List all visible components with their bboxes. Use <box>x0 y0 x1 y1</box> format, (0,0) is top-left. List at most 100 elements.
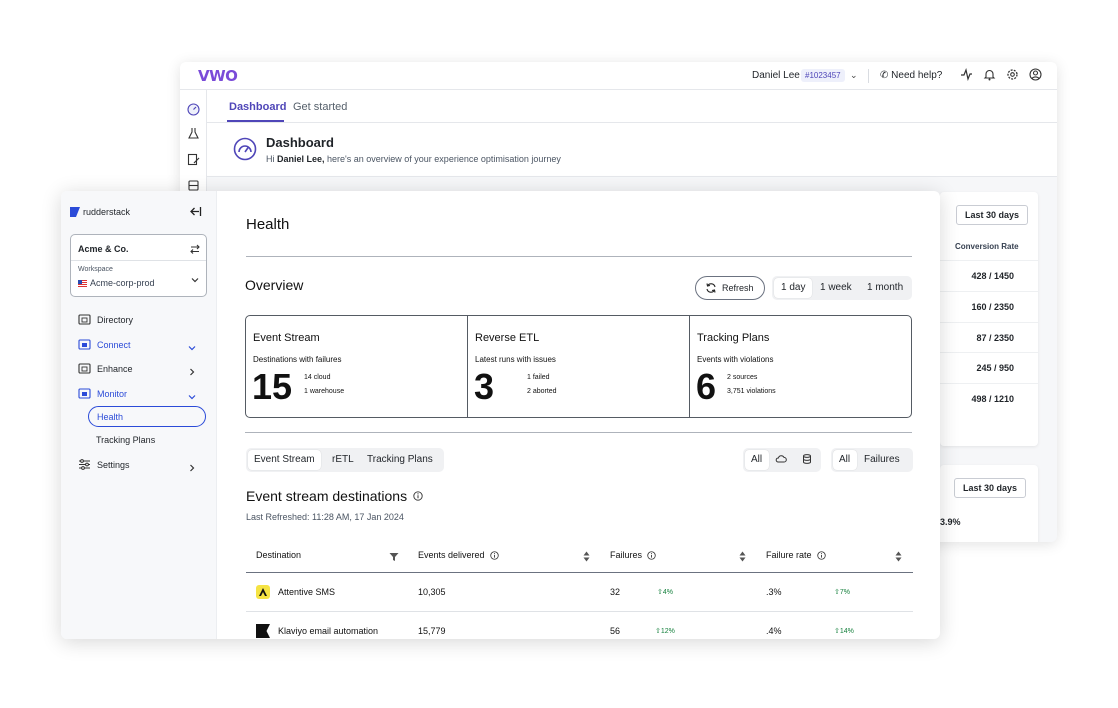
org-switcher[interactable]: Acme & Co. Workspace Acme-corp-prod <box>70 234 207 297</box>
tab-tracking-plans[interactable]: Tracking Plans <box>367 454 433 465</box>
divider <box>245 432 912 433</box>
failures-trend: ⇧12% <box>655 627 675 635</box>
edit-page-icon[interactable] <box>187 153 200 166</box>
sidebar-item-monitor[interactable]: Monitor <box>78 387 127 400</box>
tab-get-started[interactable]: Get started <box>293 101 347 113</box>
filter-failures[interactable]: Failures <box>864 454 900 465</box>
conversion-rate-header: Conversion Rate <box>955 242 1019 251</box>
vwo-account-id: #1023457 <box>801 69 845 82</box>
flask-icon[interactable] <box>187 127 200 140</box>
chevron-down-icon[interactable] <box>187 340 197 351</box>
failures-count: 32 <box>610 587 621 597</box>
stat-subtitle: Latest runs with issues <box>475 355 556 364</box>
stat-card-event-stream[interactable]: Event Stream Destinations with failures … <box>246 316 468 417</box>
stat-detail: 2 sources <box>727 374 758 381</box>
info-icon[interactable] <box>413 491 423 501</box>
switch-icon[interactable] <box>189 242 201 254</box>
info-icon[interactable] <box>647 550 656 560</box>
refresh-button[interactable]: Refresh <box>695 276 765 300</box>
last-30-days-button[interactable]: Last 30 days <box>954 478 1027 498</box>
collapse-sidebar-icon[interactable] <box>189 205 202 218</box>
destination-name[interactable]: Attentive SMS <box>278 587 335 597</box>
chevron-down-icon[interactable] <box>189 273 201 285</box>
column-header-events[interactable]: Events delivered <box>418 550 499 560</box>
sidebar-item-connect[interactable]: Connect <box>78 338 131 351</box>
sidebar-item-tracking-plans[interactable]: Tracking Plans <box>96 435 155 445</box>
rudderstack-logo[interactable]: rudderstack <box>70 207 130 217</box>
rudderstack-window: rudderstack Acme & Co. Workspace Acme-co… <box>61 191 940 639</box>
warehouse-icon[interactable] <box>801 453 813 468</box>
info-icon[interactable] <box>816 550 826 560</box>
connect-icon <box>78 338 91 351</box>
destination-name[interactable]: Klaviyo email automation <box>278 626 378 636</box>
column-header-failure-rate[interactable]: Failure rate <box>766 550 826 560</box>
conversion-value: 245 / 950 <box>976 363 1014 373</box>
divider <box>868 69 869 83</box>
stat-title: Reverse ETL <box>475 332 540 344</box>
stat-card-reverse-etl[interactable]: Reverse ETL Latest runs with issues 3 1 … <box>468 316 690 417</box>
divider <box>246 611 913 612</box>
range-1-month[interactable]: 1 month <box>867 282 903 293</box>
tab-event-stream[interactable]: Event Stream <box>254 454 315 465</box>
filter-all-types[interactable]: All <box>751 454 762 465</box>
conversion-value: 160 / 2350 <box>971 302 1014 312</box>
sidebar-item-health[interactable]: Health <box>88 406 206 427</box>
sort-icon[interactable] <box>583 549 590 562</box>
speedometer-icon <box>233 137 257 161</box>
dashboard-icon[interactable] <box>187 103 200 116</box>
need-help-link[interactable]: ✆ Need help? <box>880 70 942 81</box>
sort-icon[interactable] <box>895 549 902 562</box>
tab-dashboard[interactable]: Dashboard <box>229 101 286 113</box>
stat-detail: 3,751 violations <box>727 388 776 395</box>
gear-icon[interactable] <box>1006 68 1019 81</box>
workspace-selector[interactable]: Acme-corp-prod <box>78 278 155 288</box>
sidebar-item-directory[interactable]: Directory <box>78 313 133 326</box>
subtitle-prefix: Hi <box>266 154 277 164</box>
failures-count: 56 <box>610 626 621 636</box>
stat-detail: 14 cloud <box>304 374 331 381</box>
sort-icon[interactable] <box>739 549 746 562</box>
column-header-label: Destination <box>256 550 302 560</box>
info-icon[interactable] <box>489 550 499 560</box>
trend-value: 4% <box>662 589 673 596</box>
column-header-destination[interactable]: Destination <box>256 550 301 560</box>
monitor-icon <box>78 387 91 400</box>
profile-icon[interactable] <box>1029 68 1042 81</box>
cloud-icon[interactable] <box>775 453 787 468</box>
tab-retl[interactable]: rETL <box>332 454 354 465</box>
rate-trend: ⇧7% <box>834 588 850 596</box>
last-30-days-button[interactable]: Last 30 days <box>956 205 1029 225</box>
phone-icon: ✆ <box>880 70 892 81</box>
vwo-dashboard-header: Dashboard Hi Daniel Lee, here's an overv… <box>207 123 1057 177</box>
page-title: Dashboard <box>266 135 334 150</box>
activity-icon[interactable] <box>960 67 973 82</box>
stat-detail: 1 failed <box>527 374 550 381</box>
status-filter: All Failures <box>831 448 913 472</box>
table-row: 160 / 2350 <box>940 291 1038 322</box>
vwo-tab-bar: Dashboard Get started <box>207 90 1057 123</box>
vwo-logo[interactable]: VWO <box>198 67 238 85</box>
overview-title: Overview <box>245 277 304 293</box>
sidebar-item-enhance[interactable]: Enhance <box>78 362 133 375</box>
chevron-down-icon[interactable] <box>187 389 197 400</box>
filter-all-status[interactable]: All <box>839 454 850 465</box>
column-header-label: Failure rate <box>766 550 812 560</box>
brand-name: rudderstack <box>83 207 131 217</box>
sidebar-item-settings[interactable]: Settings <box>78 458 130 471</box>
range-1-week[interactable]: 1 week <box>820 282 852 293</box>
divider <box>71 260 206 261</box>
stat-card-tracking-plans[interactable]: Tracking Plans Events with violations 6 … <box>690 316 912 417</box>
page-subtitle: Hi Daniel Lee, here's an overview of you… <box>266 154 561 164</box>
stat-subtitle: Events with violations <box>697 355 774 364</box>
bell-icon[interactable] <box>983 68 996 81</box>
chevron-right-icon[interactable] <box>187 460 197 472</box>
column-header-failures[interactable]: Failures <box>610 550 656 560</box>
stat-title: Tracking Plans <box>697 332 770 344</box>
column-header-label: Events delivered <box>418 550 485 560</box>
refresh-icon <box>706 283 716 293</box>
chevron-right-icon[interactable] <box>187 364 197 376</box>
chevron-down-icon[interactable]: ⌄ <box>850 70 858 81</box>
vwo-user-name[interactable]: Daniel Lee <box>752 70 800 81</box>
range-1-day[interactable]: 1 day <box>781 282 805 293</box>
filter-icon[interactable] <box>389 549 399 561</box>
